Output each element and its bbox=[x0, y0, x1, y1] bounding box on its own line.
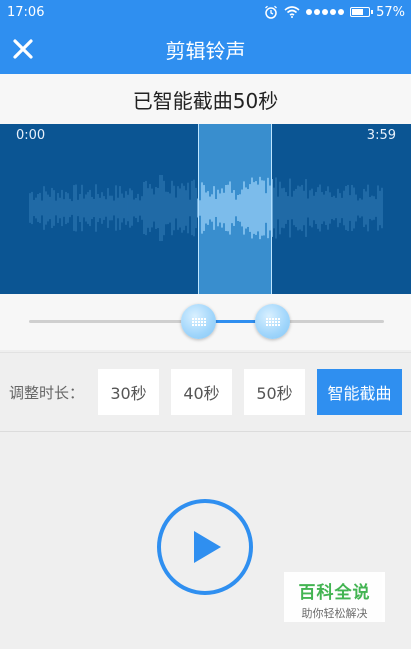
status-bar: 17:06 57% bbox=[0, 0, 411, 24]
end-time: 3:59 bbox=[366, 128, 396, 143]
start-handle[interactable] bbox=[181, 304, 216, 339]
battery-icon bbox=[350, 7, 374, 17]
play-button[interactable] bbox=[157, 499, 253, 595]
status-icons: 57% bbox=[264, 5, 405, 20]
start-time: 0:00 bbox=[16, 128, 46, 143]
smart-clip-button[interactable]: 智能截曲 bbox=[317, 369, 402, 415]
alarm-icon bbox=[265, 5, 278, 19]
watermark-title: 百科全说 bbox=[298, 583, 371, 603]
page-title: 剪辑铃声 bbox=[165, 38, 246, 63]
clip-info: 已智能截曲50秒 bbox=[0, 74, 411, 124]
grip-icon bbox=[191, 317, 206, 326]
wifi-icon bbox=[284, 6, 300, 18]
close-button[interactable] bbox=[9, 35, 37, 63]
close-icon bbox=[13, 39, 33, 59]
watermark-subtitle: 助你轻松解决 bbox=[301, 607, 368, 620]
watermark-logo: 百科全说 助你轻松解决 bbox=[284, 572, 385, 622]
grip-icon bbox=[265, 317, 280, 326]
waveform-graphic bbox=[29, 174, 383, 242]
title-bar: 剪辑铃声 bbox=[0, 24, 411, 74]
battery-percent: 57% bbox=[376, 4, 405, 20]
end-handle[interactable] bbox=[255, 304, 290, 339]
signal-icon bbox=[306, 9, 345, 15]
duration-50s-button[interactable]: 50秒 bbox=[244, 369, 305, 415]
duration-30s-button[interactable]: 30秒 bbox=[98, 369, 159, 415]
duration-label: 调整时长： bbox=[9, 384, 85, 402]
range-slider bbox=[0, 294, 411, 350]
clip-info-text: 已智能截曲50秒 bbox=[132, 88, 279, 113]
duration-40s-button[interactable]: 40秒 bbox=[171, 369, 232, 415]
play-icon bbox=[194, 531, 221, 563]
duration-row: 调整时长： 30秒 40秒 50秒 智能截曲 bbox=[0, 352, 411, 432]
status-time: 17:06 bbox=[7, 4, 45, 20]
waveform-panel[interactable]: 0:00 3:59 bbox=[0, 124, 411, 294]
